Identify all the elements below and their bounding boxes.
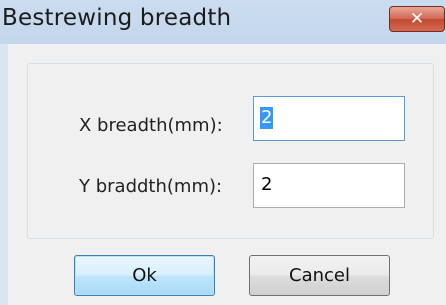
- x-breadth-value: 2: [260, 107, 274, 129]
- cancel-button[interactable]: Cancel: [249, 255, 390, 296]
- y-breadth-input[interactable]: 2: [253, 163, 405, 208]
- breadth-group-box: [27, 63, 434, 239]
- window-title: Bestrewing breadth: [2, 5, 232, 31]
- title-bar[interactable]: Bestrewing breadth ✕: [0, 0, 446, 44]
- x-breadth-label: X breadth(mm):: [79, 115, 223, 136]
- close-button[interactable]: ✕: [389, 6, 445, 32]
- y-breadth-label: Y braddth(mm):: [79, 176, 223, 197]
- ok-button[interactable]: Ok: [74, 255, 215, 296]
- y-breadth-value: 2: [261, 174, 273, 195]
- cancel-button-label: Cancel: [289, 265, 350, 286]
- x-breadth-input[interactable]: 2: [253, 96, 405, 141]
- ok-button-label: Ok: [132, 265, 157, 286]
- close-icon: ✕: [409, 9, 425, 29]
